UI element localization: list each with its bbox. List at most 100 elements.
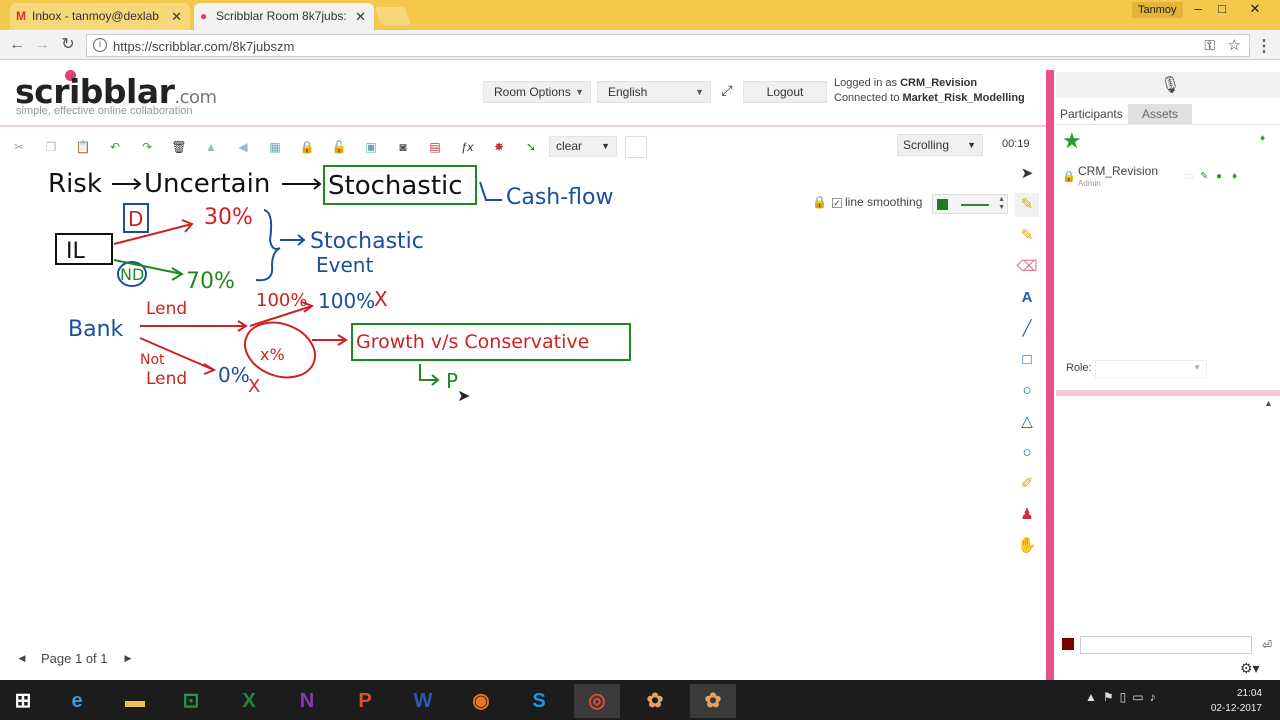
star-bookmark-icon[interactable]: ☆ [1228,36,1241,54]
paste-icon[interactable]: 📋 [72,136,94,158]
text-tool-icon[interactable]: A [1015,286,1039,310]
prev-page-button[interactable]: ◀ [12,648,32,668]
key-icon[interactable]: ⚿ [1204,37,1215,54]
cut-icon[interactable]: ✂ [8,136,30,158]
stroke-color-swatch[interactable] [937,199,948,210]
reload-icon[interactable]: ↻ [57,35,79,55]
star-icon[interactable]: ★ [1062,128,1082,154]
info-icon[interactable]: i [93,38,107,52]
screenshot-icon[interactable]: ◙ [392,136,414,158]
tab-scribblar[interactable]: ● Scribblar Room 8k7jubs: ✕ [194,3,374,30]
chrome-icon[interactable]: ◎ [574,684,620,718]
unlock-icon[interactable]: 🔓 [328,136,350,158]
logout-button[interactable]: Logout [743,81,827,103]
send-icon[interactable]: ⏎ [1258,636,1276,654]
tab-assets[interactable]: Assets [1128,104,1192,124]
chat-input[interactable] [1080,636,1252,654]
language-dropdown[interactable]: English ▼ [597,81,711,103]
room-options-dropdown[interactable]: Room Options ▼ [483,81,591,103]
fill-icon[interactable]: ✐ [1015,472,1039,496]
lock-icon[interactable]: 🔒 [812,195,827,209]
camera-icon[interactable]: ▭ [1184,171,1193,182]
redo-icon[interactable]: ↷ [136,136,158,158]
whiteboard-drawing[interactable]: Risk Uncertain Stochastic Cash-flow IL D… [40,160,660,410]
fullscreen-icon[interactable]: ⤢ [717,82,737,102]
system-tray[interactable]: ▲⚑▯▭♪ [1085,690,1162,704]
line-tool-icon[interactable]: ╱ [1015,317,1039,341]
pointer-green-icon[interactable]: ➘ [520,136,542,158]
taskbar-clock[interactable]: 21:04 02-12-2017 [1204,686,1262,716]
stamp-icon[interactable]: ♟ [1015,503,1039,527]
select-arrow-icon[interactable]: ➤ [1015,162,1039,186]
bring-front-icon[interactable]: ▲ [200,136,222,158]
next-page-button[interactable]: ▶ [118,648,138,668]
color-picker[interactable] [625,136,647,158]
close-icon[interactable]: ✕ [355,3,366,30]
stroke-width-stepper[interactable]: ▲ ▼ [998,196,1005,212]
delete-icon[interactable]: 🗑 [168,136,190,158]
eraser-icon[interactable]: ⌫ [1015,255,1039,279]
ellipse-tool-icon[interactable]: ○ [1015,441,1039,465]
chat-color-swatch[interactable] [1062,638,1074,650]
ie-icon[interactable]: e [54,684,100,718]
hw-100pct-a: 100% [256,290,307,311]
app-flower-icon[interactable]: ✿ [632,684,678,718]
line-smoothing-checkbox[interactable]: ✓ [832,198,842,208]
back-icon[interactable]: ← [6,35,28,55]
lock-icon: 🔒 [1062,171,1076,183]
line-smoothing-label: line smoothing [845,195,923,209]
skype-icon[interactable]: S [516,684,562,718]
formula-icon[interactable]: ƒx [456,136,478,158]
gear-icon[interactable]: ⚙▾ [1240,660,1260,677]
firefox-icon[interactable]: ◉ [458,684,504,718]
app-flower-2-icon[interactable]: ✿ [690,684,736,718]
store-icon[interactable]: ⊡ [168,684,214,718]
logged-in-user: CRM_Revision [900,77,978,89]
hw-lend2: Lend [146,369,187,389]
clear-dropdown[interactable]: clear ▼ [549,136,617,157]
pdf-icon[interactable]: ▤ [424,136,446,158]
send-back-icon[interactable]: ◀ [232,136,254,158]
url-bar[interactable]: i https://scribblar.com/8k7jubszm ⚿ ☆ [86,34,1250,57]
forward-icon[interactable]: → [31,35,53,55]
lock-icon[interactable]: 🔒 [296,136,318,158]
word-icon[interactable]: W [400,684,446,718]
circle-tool-icon[interactable]: ○ [1015,379,1039,403]
tab-gmail[interactable]: M Inbox - tanmoy@dexlab ✕ [10,3,190,30]
logged-in-prefix: Logged in as [834,77,897,89]
eraser-all-icon[interactable]: ✸ [488,136,510,158]
scrolling-dropdown[interactable]: Scrolling ▼ [897,134,983,156]
profile-user[interactable]: Tanmoy [1132,2,1183,18]
file-explorer-icon[interactable]: ▬ [112,684,158,718]
highlighter-icon[interactable]: ✎ [1015,224,1039,248]
copy-icon[interactable]: ❐ [40,136,62,158]
select-all-icon[interactable]: ▦ [264,136,286,158]
participant-row[interactable]: 🔒 CRM_Revision Admin ▭ ✎ ● ♦ [1058,160,1278,190]
connected-room: Market_Risk_Modelling [902,92,1025,104]
powerpoint-icon[interactable]: P [342,684,388,718]
triangle-tool-icon[interactable]: △ [1015,410,1039,434]
tab-participants[interactable]: Participants [1056,104,1126,124]
undo-icon[interactable]: ↶ [104,136,126,158]
close-window-button[interactable]: ✕ [1240,0,1270,20]
maximize-button[interactable]: □ [1207,0,1237,20]
excel-icon[interactable]: X [226,684,272,718]
stroke-style-widget[interactable]: ▲ ▼ [932,194,1008,214]
pencil-permission-icon[interactable]: ✎ [1200,171,1208,182]
pencil-icon[interactable]: ✎ [1015,193,1039,217]
line-smoothing-option[interactable]: 🔒 ✓ line smoothing [812,195,922,211]
start-icon[interactable]: ⊞ [0,684,46,718]
panel-splitter[interactable] [1056,390,1280,396]
hand-pan-icon[interactable]: ✋ [1015,534,1039,558]
onenote-icon[interactable]: N [284,684,330,718]
rectangle-tool-icon[interactable]: □ [1015,348,1039,372]
collapse-icon[interactable]: ▲ [1264,398,1273,408]
mic-permission-icon[interactable]: ♦ [1232,171,1237,182]
close-icon[interactable]: ✕ [171,3,182,30]
new-tab-button[interactable] [374,7,412,25]
image-icon[interactable]: ▣ [360,136,382,158]
chrome-menu-icon[interactable]: ⋮ [1256,36,1272,56]
chat-icon[interactable]: ● [1216,171,1222,182]
role-select[interactable]: ▼ [1095,360,1207,378]
microphone-icon[interactable]: 🎙 [1160,75,1180,95]
